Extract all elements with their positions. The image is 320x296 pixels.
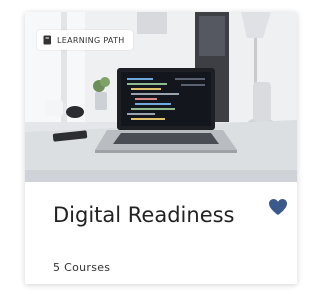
favorite-button[interactable] [268, 198, 288, 216]
course-count: 5 Courses [53, 261, 111, 274]
heart-icon [269, 199, 287, 215]
learning-path-badge: LEARNING PATH [37, 30, 133, 50]
learning-path-card[interactable]: LEARNING PATH Digital Readiness 5 Course… [25, 12, 297, 284]
card-thumbnail-image[interactable]: LEARNING PATH [25, 12, 297, 182]
book-icon [43, 35, 51, 45]
card-title[interactable]: Digital Readiness [53, 203, 235, 227]
badge-label: LEARNING PATH [57, 35, 125, 45]
